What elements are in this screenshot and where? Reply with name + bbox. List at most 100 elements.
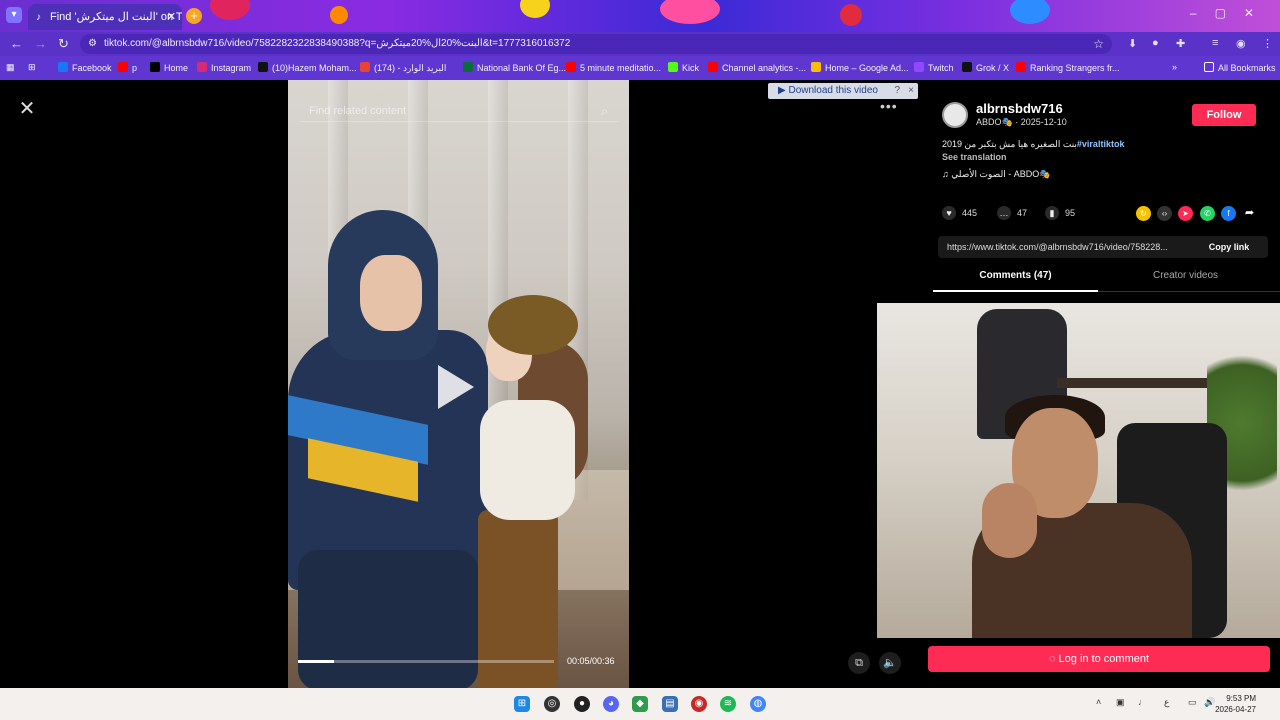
author-username[interactable]: albrnsbdw716 (976, 101, 1063, 116)
decor-shape (330, 6, 348, 24)
tray-chevron-icon[interactable]: ˄ (1096, 697, 1101, 707)
like-button[interactable]: ♥ 445 (942, 206, 977, 220)
download-icon[interactable]: ⬇ (1128, 37, 1137, 50)
help-icon[interactable]: ? (894, 83, 900, 99)
decor-shape (1010, 0, 1050, 24)
grid-icon[interactable]: ⊞ (28, 62, 36, 73)
facebook-share-icon[interactable]: f (1221, 206, 1236, 221)
download-video-bar[interactable]: ▶ Download this video ? × (768, 83, 918, 99)
speaker-icon[interactable]: 🔊 (1204, 697, 1215, 708)
tiktok-video-modal: ✕ Find related content ⌕ 00:05/00:36 ▶ D… (0, 80, 1280, 688)
all-bookmarks[interactable]: All Bookmarks (1204, 62, 1276, 73)
bookmark-star-icon[interactable]: ☆ (1093, 34, 1104, 54)
video-progress-bar[interactable] (298, 660, 554, 663)
extension-icon[interactable]: ● (1152, 37, 1159, 49)
search-icon[interactable]: ⌕ (601, 100, 608, 122)
bookmark-item[interactable]: Channel analytics -... (708, 62, 806, 73)
menu-icon[interactable]: ⋮ (1262, 37, 1273, 50)
discord-icon[interactable]: ◕ (603, 696, 619, 712)
related-search-input[interactable]: Find related content ⌕ (300, 100, 618, 122)
bookmark-item[interactable]: (10)Hazem Moham... (258, 62, 357, 73)
bookmark-item[interactable]: Instagram (197, 62, 251, 73)
tiktok-icon: ♪ (36, 12, 41, 23)
close-icon[interactable]: ✕ (16, 98, 38, 120)
bookmark-item[interactable]: Grok / X (962, 62, 1009, 73)
panel-tabs: Comments (47) Creator videos (933, 270, 1280, 292)
app-icon[interactable]: ▤ (662, 696, 678, 712)
music-title: الصوت الأصلي - ABDO🎭 (951, 169, 1051, 179)
browser-tab-active[interactable]: ♪ Find 'البنت ال ميتكرش' on TikTok ✕ (28, 4, 182, 30)
hashtag-link[interactable]: #viraltiktok (1077, 139, 1125, 149)
forward-icon[interactable]: → (34, 36, 47, 51)
follow-button[interactable]: Follow (1192, 104, 1256, 126)
bookmark-item[interactable]: p (118, 62, 137, 73)
media-icon[interactable]: ≡ (1212, 37, 1218, 49)
back-icon[interactable]: ← (10, 36, 23, 51)
instagram-icon (197, 62, 207, 72)
app-icon[interactable]: ◎ (544, 696, 560, 712)
bookmark-item[interactable]: Facebook (58, 62, 112, 73)
network-icon[interactable]: ▭ (1188, 697, 1197, 708)
more-bookmarks-icon[interactable]: » (1172, 62, 1177, 72)
bookmark-item[interactable]: (174) - البريد الوارد (360, 62, 446, 74)
whatsapp-icon[interactable]: ✆ (1200, 206, 1215, 221)
bookmark-item[interactable]: Kick (668, 62, 699, 73)
close-icon[interactable]: × (908, 83, 914, 99)
language-indicator-icon[interactable]: ع (1164, 697, 1169, 708)
volume-icon[interactable]: 🔈 (879, 652, 901, 674)
video-player[interactable]: Find related content ⌕ 00:05/00:36 (288, 80, 629, 688)
more-options-icon[interactable]: ••• (880, 98, 898, 114)
bookmark-label: Ranking Strangers fr... (1030, 63, 1120, 73)
close-tab-icon[interactable]: ✕ (167, 10, 176, 23)
microphone-icon[interactable]: ♩ (1138, 697, 1147, 707)
play-icon[interactable] (438, 365, 474, 409)
new-tab-button[interactable]: + (186, 8, 202, 24)
url-bar[interactable]: ⚙ tiktok.com/@albrnsbdw716/video/7582282… (80, 34, 1112, 54)
app-icon[interactable]: ◆ (632, 696, 648, 712)
bookmark-item[interactable]: Home – Google Ad... (811, 62, 909, 73)
bookmark-item[interactable]: Home (150, 62, 188, 73)
bookmark-label: Grok / X (976, 63, 1010, 73)
site-info-icon[interactable]: ⚙ (88, 34, 97, 54)
windows-start-icon[interactable]: ⊞ (514, 696, 530, 712)
like-count: 445 (962, 208, 978, 218)
x-icon (150, 62, 160, 72)
window-controls[interactable]: –▢✕ (1190, 6, 1272, 20)
tab-search-button[interactable]: ▾ (6, 7, 22, 23)
bookmark-item[interactable]: 5 minute meditatio... (566, 62, 661, 73)
app-icon[interactable]: ◉ (691, 696, 707, 712)
send-icon[interactable]: ➤ (1178, 206, 1193, 221)
apps-icon[interactable]: ▦ (6, 62, 15, 73)
tray-app-icon[interactable]: ▣ (1116, 697, 1125, 708)
caption-text: بنت الصغيره هيا مش بتكبر من 2019 (942, 139, 1077, 149)
twitch-icon (914, 62, 924, 72)
tab-comments[interactable]: Comments (47) (933, 270, 1098, 292)
puzzle-icon[interactable]: ✚ (1176, 37, 1185, 50)
chrome-icon[interactable]: ◍ (750, 696, 766, 712)
picture-in-picture-icon[interactable]: ⧉ (848, 652, 870, 674)
author-avatar[interactable] (942, 102, 968, 128)
see-translation-link[interactable]: See translation (942, 152, 1007, 162)
save-button[interactable]: ▮ 95 (1045, 206, 1075, 220)
video-time: 00:05/00:36 (567, 656, 615, 666)
reload-icon[interactable]: ↻ (58, 36, 69, 52)
music-link[interactable]: ♫ الصوت الأصلي - ABDO🎭 (942, 169, 1050, 180)
bookmark-item[interactable]: Ranking Strangers fr... (1016, 62, 1120, 73)
copy-link-button[interactable]: Copy link (1190, 236, 1268, 258)
bookmark-item[interactable]: Twitch (914, 62, 954, 73)
bookmark-label: (174) - البريد الوارد (374, 63, 447, 73)
comment-button[interactable]: … 47 (997, 206, 1027, 220)
log-in-to-comment-button[interactable]: ◌ Log in to comment (928, 646, 1270, 672)
repost-icon[interactable]: ↻ (1136, 206, 1151, 221)
video-link-field[interactable]: https://www.tiktok.com/@albrnsbdw716/vid… (938, 236, 1268, 258)
tab-creator-videos[interactable]: Creator videos (1103, 270, 1268, 292)
share-arrow-icon[interactable]: ➦ (1242, 206, 1257, 221)
login-label: Log in to comment (1058, 653, 1150, 665)
embed-icon[interactable]: ‹› (1157, 206, 1172, 221)
kick-icon (668, 62, 678, 72)
bookmark-item[interactable]: National Bank Of Eg... (463, 62, 566, 73)
app-icon[interactable]: ● (574, 696, 590, 712)
spotify-icon[interactable]: ≋ (720, 696, 736, 712)
profile-avatar-icon[interactable]: ◉ (1236, 37, 1246, 50)
system-clock[interactable]: 9:53 PM 2026-04-27 (1215, 693, 1256, 715)
